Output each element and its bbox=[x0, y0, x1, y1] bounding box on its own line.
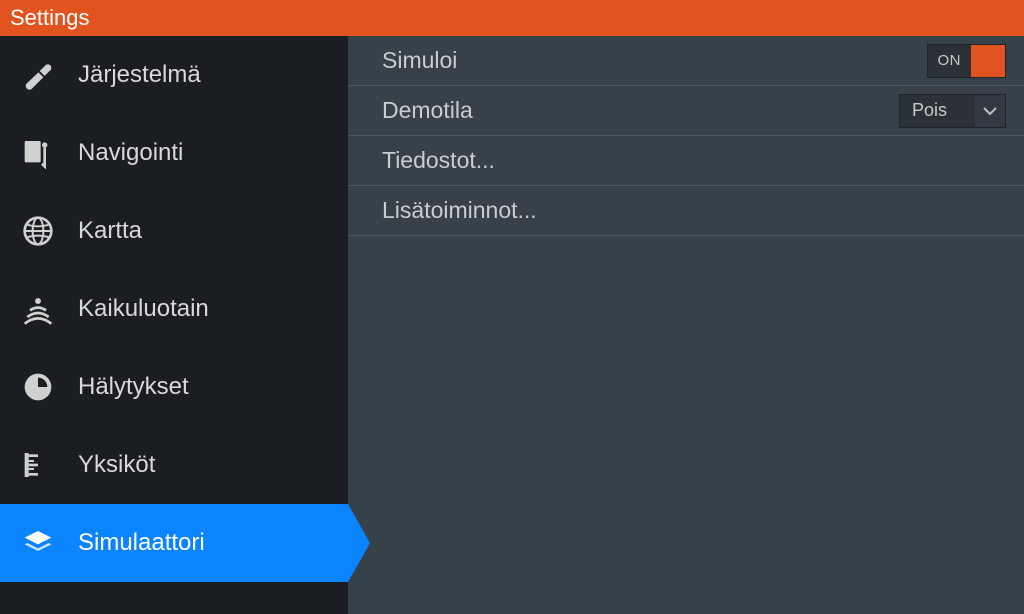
setting-label: Demotila bbox=[382, 97, 473, 124]
sidebar: Järjestelmä Navigointi Kartta Kaikuluota… bbox=[0, 36, 348, 614]
simulate-toggle[interactable]: ON bbox=[927, 44, 1007, 78]
setting-row-advanced[interactable]: Lisätoiminnot... bbox=[348, 186, 1024, 236]
setting-label: Lisätoiminnot... bbox=[382, 197, 537, 224]
content-panel: Simuloi ON Demotila Pois Tiedostot... Li… bbox=[348, 36, 1024, 614]
body: Järjestelmä Navigointi Kartta Kaikuluota… bbox=[0, 36, 1024, 614]
ruler-icon bbox=[18, 449, 58, 481]
setting-row-demomode[interactable]: Demotila Pois bbox=[348, 86, 1024, 136]
sidebar-item-simulator[interactable]: Simulaattori bbox=[0, 504, 348, 582]
setting-row-simulate[interactable]: Simuloi ON bbox=[348, 36, 1024, 86]
sonar-icon bbox=[18, 293, 58, 325]
sidebar-item-label: Yksiköt bbox=[78, 451, 155, 479]
setting-label: Simuloi bbox=[382, 47, 457, 74]
sidebar-item-label: Navigointi bbox=[78, 139, 183, 167]
header-bar: Settings bbox=[0, 0, 1024, 36]
navigation-icon bbox=[18, 137, 58, 169]
demomode-select[interactable]: Pois bbox=[899, 94, 1006, 128]
sidebar-item-label: Hälytykset bbox=[78, 373, 189, 401]
header-title: Settings bbox=[10, 5, 90, 31]
layers-icon bbox=[18, 527, 58, 559]
setting-label: Tiedostot... bbox=[382, 147, 495, 174]
sidebar-item-units[interactable]: Yksiköt bbox=[0, 426, 348, 504]
sidebar-item-label: Järjestelmä bbox=[78, 61, 201, 89]
sidebar-item-label: Kartta bbox=[78, 217, 142, 245]
chevron-down-icon bbox=[975, 95, 1005, 127]
toggle-state-label: ON bbox=[928, 52, 972, 69]
sidebar-item-sonar[interactable]: Kaikuluotain bbox=[0, 270, 348, 348]
setting-row-files[interactable]: Tiedostot... bbox=[348, 136, 1024, 186]
sidebar-item-chart[interactable]: Kartta bbox=[0, 192, 348, 270]
globe-icon bbox=[18, 215, 58, 247]
sidebar-item-label: Simulaattori bbox=[78, 529, 205, 557]
toggle-knob bbox=[971, 45, 1005, 77]
sidebar-item-system[interactable]: Järjestelmä bbox=[0, 36, 348, 114]
wrench-icon bbox=[18, 59, 58, 91]
select-value: Pois bbox=[900, 100, 975, 121]
sidebar-item-alarms[interactable]: Hälytykset bbox=[0, 348, 348, 426]
alarm-icon bbox=[18, 371, 58, 403]
sidebar-item-navigation[interactable]: Navigointi bbox=[0, 114, 348, 192]
sidebar-item-label: Kaikuluotain bbox=[78, 295, 209, 323]
